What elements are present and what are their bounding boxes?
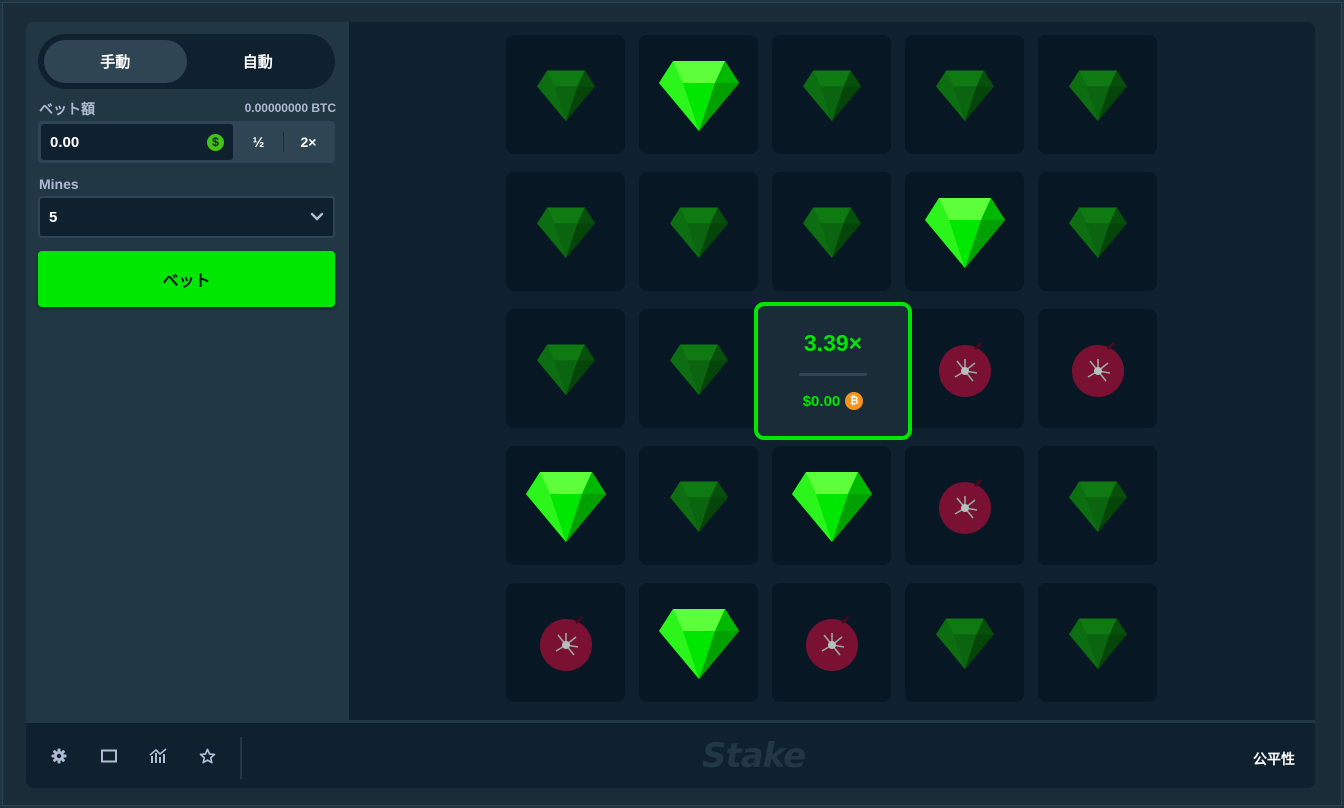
gem-tile[interactable] (639, 309, 758, 428)
bet-amount-label: ベット額 (39, 101, 95, 117)
win-popup: 3.39× $0.00 ₿ (754, 302, 912, 440)
gem-icon (536, 343, 595, 395)
win-amount: $0.00 (802, 392, 841, 410)
gem-tile[interactable] (772, 446, 891, 565)
gem-icon (658, 59, 739, 131)
win-amount-row: $0.00 ₿ (803, 392, 864, 410)
half-bet-button[interactable]: ½ (234, 123, 283, 161)
mine-tile[interactable] (905, 309, 1024, 428)
gem-icon (658, 607, 739, 679)
bet-amount-input[interactable]: 0.00 $ (40, 123, 234, 161)
stats-icon[interactable] (147, 745, 169, 767)
win-multiplier: 3.39× (803, 330, 863, 356)
mines-select[interactable]: 5 (38, 196, 335, 238)
tab-manual[interactable]: 手動 (44, 40, 187, 83)
gem-tile[interactable] (506, 309, 625, 428)
gem-icon (802, 69, 861, 121)
gem-tile[interactable] (1038, 172, 1157, 291)
gem-tile[interactable] (506, 172, 625, 291)
bet-balance: 0.00000000 BTC (244, 101, 336, 115)
gem-icon (791, 470, 872, 542)
game-footer: Stake 公平性 (26, 720, 1315, 788)
gem-tile[interactable] (905, 172, 1024, 291)
gem-icon (924, 196, 1005, 268)
gem-tile[interactable] (506, 446, 625, 565)
gem-icon (669, 343, 728, 395)
mines-value: 5 (49, 208, 58, 226)
mode-toggle: 手動 自動 (38, 34, 335, 89)
gem-icon (669, 206, 728, 258)
btc-coin-icon: ₿ (845, 392, 864, 410)
star-icon[interactable] (196, 745, 218, 767)
gem-tile[interactable] (905, 583, 1024, 702)
mine-icon (1070, 341, 1126, 397)
gem-icon (669, 480, 728, 532)
gem-tile[interactable] (639, 583, 758, 702)
tab-auto[interactable]: 自動 (187, 40, 330, 83)
bet-amount-value: 0.00 (50, 133, 80, 151)
gem-tile[interactable] (639, 172, 758, 291)
footer-divider (240, 737, 242, 779)
gem-icon (1068, 69, 1127, 121)
gem-icon (935, 617, 994, 669)
gem-icon (802, 206, 861, 258)
mine-icon (937, 478, 993, 534)
gem-icon (1068, 480, 1127, 532)
usd-coin-icon: $ (207, 133, 224, 151)
gem-tile[interactable] (639, 35, 758, 154)
mines-label-row: Mines (39, 176, 336, 192)
bet-sidebar: 手動 自動 ベット額 0.00000000 BTC 0.00 $ ½ 2× Mi… (26, 22, 349, 720)
double-bet-button[interactable]: 2× (284, 123, 333, 161)
gem-icon (1068, 617, 1127, 669)
gem-tile[interactable] (905, 35, 1024, 154)
gem-tile[interactable] (639, 446, 758, 565)
gem-tile[interactable] (772, 172, 891, 291)
stake-logo: Stake (702, 736, 806, 776)
mine-tile[interactable] (1038, 309, 1157, 428)
gear-icon[interactable] (48, 745, 70, 767)
gem-tile[interactable] (1038, 446, 1157, 565)
fairness-link[interactable]: 公平性 (1253, 749, 1295, 769)
window-icon[interactable] (98, 745, 120, 767)
mines-label: Mines (39, 176, 79, 192)
mine-tile[interactable] (905, 446, 1024, 565)
chevron-down-icon (310, 209, 324, 226)
bet-amount-label-row: ベット額 0.00000000 BTC (39, 99, 336, 119)
gem-tile[interactable] (506, 35, 625, 154)
bet-button[interactable]: ベット (38, 251, 335, 307)
gem-icon (525, 470, 606, 542)
mine-tile[interactable] (506, 583, 625, 702)
gem-tile[interactable] (1038, 35, 1157, 154)
gem-icon (536, 206, 595, 258)
mines-game: 手動 自動 ベット額 0.00000000 BTC 0.00 $ ½ 2× Mi… (26, 22, 1315, 788)
gem-tile[interactable] (1038, 583, 1157, 702)
win-separator (799, 373, 867, 376)
mine-icon (937, 341, 993, 397)
gem-tile[interactable] (772, 35, 891, 154)
gem-icon (935, 69, 994, 121)
mine-icon (538, 615, 594, 671)
gem-icon (536, 69, 595, 121)
gem-icon (1068, 206, 1127, 258)
bet-amount-row: 0.00 $ ½ 2× (38, 121, 335, 163)
mine-icon (804, 615, 860, 671)
mine-tile[interactable] (772, 583, 891, 702)
